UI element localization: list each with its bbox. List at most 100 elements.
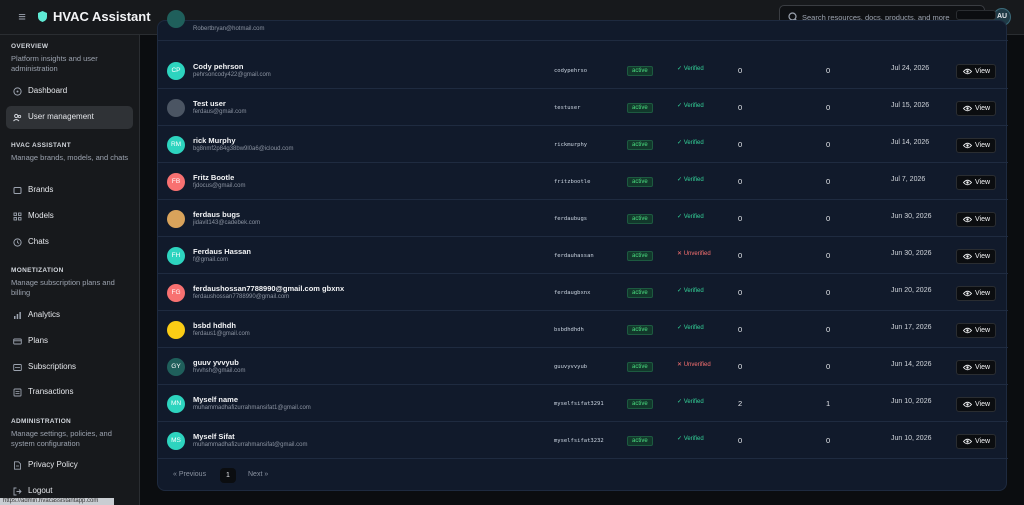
row-avatar: CP — [167, 62, 185, 80]
row-date: Jun 14, 2026 — [891, 361, 932, 368]
row-username: fritzbootle — [554, 179, 591, 185]
eye-icon — [963, 438, 972, 445]
row-name: ferdaushossan7788990@gmail.com gbxnx — [193, 284, 345, 293]
page-number-current[interactable]: 1 — [220, 468, 236, 483]
view-button-label: View — [975, 364, 991, 371]
view-button-label: View — [975, 179, 991, 186]
view-button-label: View — [975, 142, 991, 149]
sidebar-item-analytics[interactable]: Analytics — [6, 304, 133, 327]
status-badge: active — [627, 251, 653, 261]
sidebar-item-label: Chats — [28, 237, 49, 246]
next-page-link[interactable]: Next » — [248, 471, 268, 478]
view-button[interactable]: View — [956, 323, 996, 338]
previous-page-link[interactable]: « Previous — [173, 471, 206, 478]
view-button[interactable]: View — [956, 101, 996, 116]
status-badge: active — [627, 436, 653, 446]
section-desc-overview: Platform insights and user administratio… — [11, 54, 98, 73]
sidebar-item-subscriptions[interactable]: Subscriptions — [6, 356, 133, 379]
row-count-1: 0 — [738, 103, 743, 112]
row-count-2: 0 — [826, 288, 831, 297]
row-username: ferdaugbxnx — [554, 290, 591, 296]
check-circle-icon: ✓ — [677, 103, 684, 109]
row-count-2: 0 — [826, 214, 831, 223]
verification-status: ✓ Verified — [677, 398, 704, 405]
eye-icon — [963, 216, 972, 223]
view-button[interactable] — [956, 10, 996, 20]
view-button[interactable]: View — [956, 249, 996, 264]
row-date: Jun 20, 2026 — [891, 287, 932, 294]
row-email: ferdaus1@gmail.com — [193, 331, 250, 337]
sidebar-item-privacy-policy[interactable]: Privacy Policy — [6, 454, 133, 477]
row-avatar — [167, 10, 185, 28]
row-date: Jun 10, 2026 — [891, 435, 932, 442]
app-title: HVAC Assistant — [53, 9, 151, 24]
menu-icon[interactable]: ≡ — [14, 9, 30, 25]
view-button[interactable]: View — [956, 397, 996, 412]
sidebar-item-models[interactable]: Models — [6, 205, 133, 228]
row-avatar: MN — [167, 395, 185, 413]
status-bar-url: https://admin.hvacassistantapp.com — [0, 498, 114, 505]
sidebar-item-chats[interactable]: Chats — [6, 231, 133, 254]
row-name: rick Murphy — [193, 136, 236, 145]
section-desc-administration: Manage settings, policies, and system co… — [11, 429, 112, 448]
view-button-label: View — [975, 327, 991, 334]
status-badge: active — [627, 325, 653, 335]
status-badge: active — [627, 140, 653, 150]
verification-label: Unverified — [683, 251, 711, 257]
status-badge: active — [627, 177, 653, 187]
list-icon — [13, 388, 22, 397]
sidebar-item-brands[interactable]: Brands — [6, 179, 133, 202]
eye-icon — [963, 290, 972, 297]
sidebar-item-user-management[interactable]: User management — [6, 106, 133, 129]
row-count-2: 0 — [826, 251, 831, 260]
box-icon — [13, 187, 22, 194]
row-email: ferdaushossan7788990@gmail.com — [193, 294, 290, 300]
row-date: Jun 17, 2026 — [891, 324, 932, 331]
gauge-icon — [13, 87, 22, 96]
row-date: Jul 15, 2026 — [891, 102, 930, 109]
row-date: Jul 14, 2026 — [891, 139, 930, 146]
sidebar-item-dashboard[interactable]: Dashboard — [6, 80, 133, 103]
status-badge: active — [627, 214, 653, 224]
view-button[interactable]: View — [956, 175, 996, 190]
verification-status: ✕ Unverified — [677, 361, 711, 368]
section-desc-monetization: Manage subscription plans and billing — [11, 278, 115, 297]
eye-icon — [963, 401, 972, 408]
row-count-1: 0 — [738, 251, 743, 260]
verification-status: ✓ Verified — [677, 176, 704, 183]
view-button[interactable]: View — [956, 434, 996, 449]
section-title-administration: ADMINISTRATION — [11, 418, 72, 425]
verification-status: ✓ Verified — [677, 139, 704, 146]
view-button[interactable]: View — [956, 138, 996, 153]
row-name: Test user — [193, 99, 226, 108]
row-username: rickmurphy — [554, 142, 588, 148]
sidebar-item-plans[interactable]: Plans — [6, 330, 133, 353]
sidebar-item-transactions[interactable]: Transactions — [6, 381, 133, 404]
table-row: MS Myself Sifat muhammadhafizurrahmansif… — [158, 422, 1008, 459]
view-button[interactable]: View — [956, 212, 996, 227]
bar-chart-icon — [14, 312, 21, 319]
verification-label: Verified — [683, 399, 704, 405]
status-badge: active — [627, 399, 653, 409]
row-date: Jul 7, 2026 — [891, 176, 926, 183]
sidebar: OVERVIEW Platform insights and user admi… — [0, 35, 140, 505]
view-button[interactable]: View — [956, 286, 996, 301]
verification-status: ✓ Verified — [677, 287, 704, 294]
verification-status: ✓ Verified — [677, 65, 704, 72]
users-table-card: Robertbryan@hotmail.com CP Cody pehrson … — [157, 10, 1008, 491]
row-count-1: 0 — [738, 288, 743, 297]
section-title-overview: OVERVIEW — [11, 43, 49, 50]
status-badge: active — [627, 288, 653, 298]
sidebar-item-label: Transactions — [28, 387, 74, 396]
row-avatar: GY — [167, 358, 185, 376]
check-circle-icon: ✓ — [677, 436, 684, 442]
row-count-2: 0 — [826, 140, 831, 149]
table-row: CP Cody pehrson pehrsoncody422@gmail.com… — [158, 52, 1008, 89]
row-count-2: 1 — [826, 399, 831, 408]
view-button[interactable]: View — [956, 64, 996, 79]
row-date: Jun 10, 2026 — [891, 398, 932, 405]
section-title-monetization: MONETIZATION — [11, 267, 64, 274]
view-button[interactable]: View — [956, 360, 996, 375]
row-avatar-initials: FH — [171, 252, 181, 259]
row-username: codypehrso — [554, 68, 588, 74]
